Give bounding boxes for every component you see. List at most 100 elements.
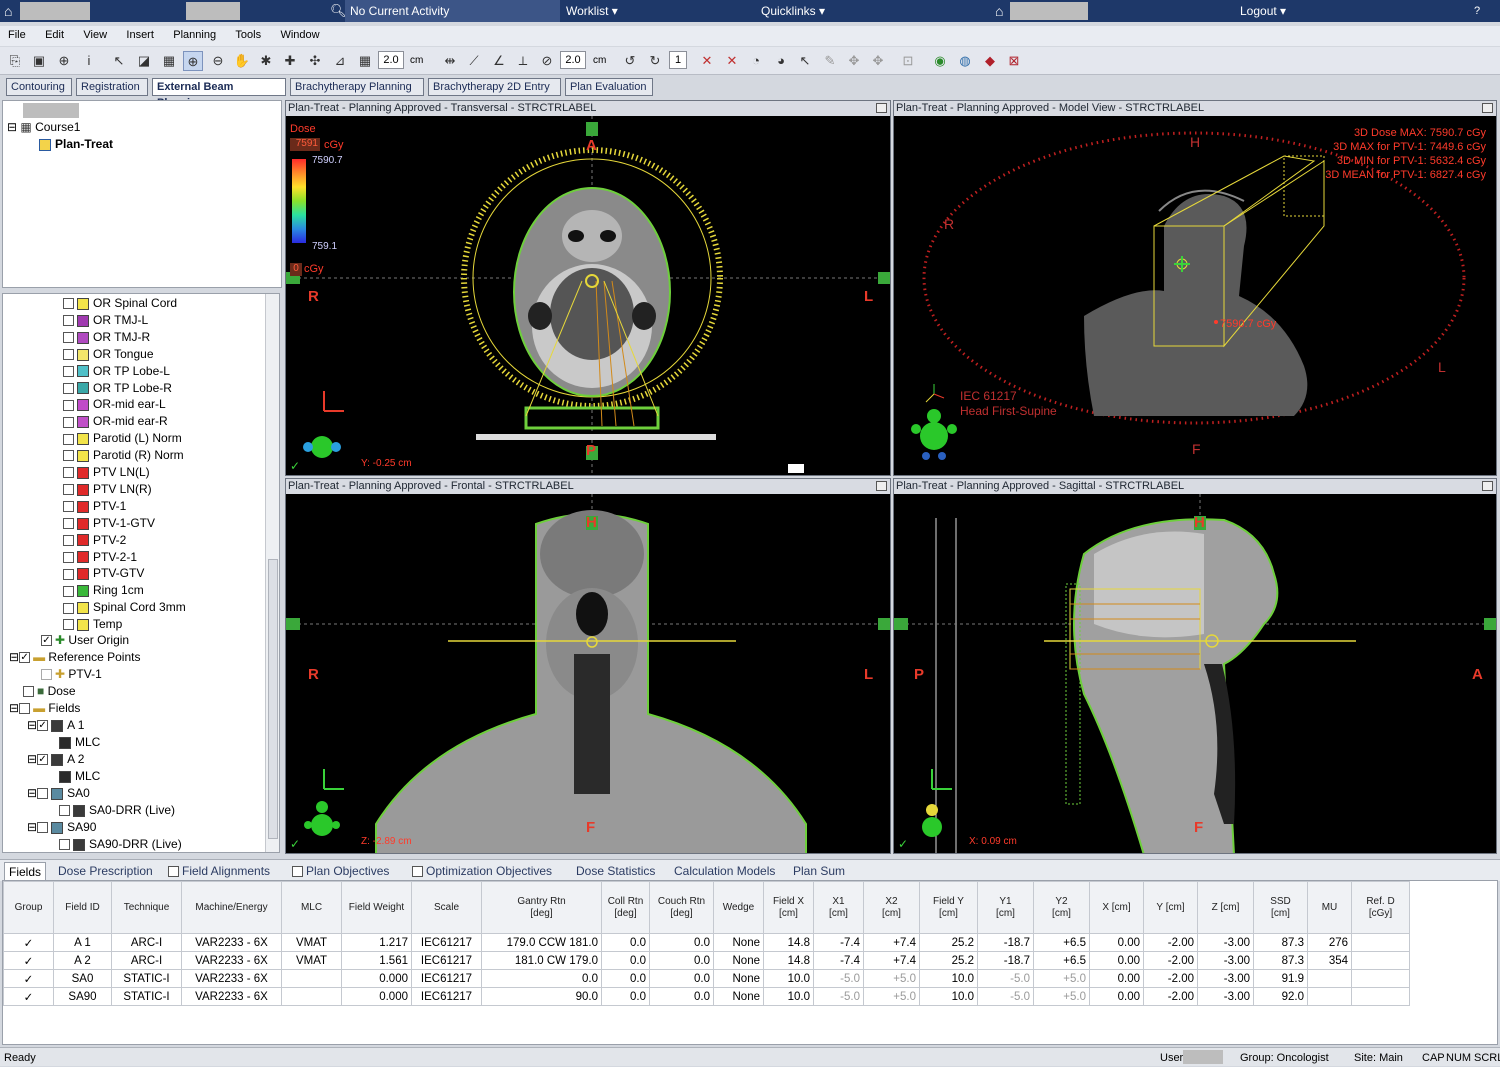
- arc2-icon[interactable]: ◕: [771, 51, 791, 71]
- structure-item[interactable]: OR TMJ-L: [63, 312, 148, 329]
- maximize-button[interactable]: [1482, 103, 1493, 113]
- move-icon[interactable]: ✥: [844, 51, 864, 71]
- structure-item[interactable]: OR Tongue: [63, 346, 154, 363]
- checkbox[interactable]: [63, 298, 74, 310]
- rotate-icon[interactable]: ✱: [256, 51, 276, 71]
- arc-icon[interactable]: ◔: [746, 51, 766, 71]
- isocenter-icon[interactable]: ✕: [722, 51, 742, 71]
- structure-item[interactable]: Ring 1cm: [63, 582, 144, 599]
- column-header[interactable]: Gantry Rtn [deg]: [481, 881, 602, 934]
- structure-item[interactable]: Parotid (R) Norm: [63, 447, 184, 464]
- checkbox[interactable]: [37, 788, 49, 800]
- column-header[interactable]: Machine/Energy: [181, 881, 282, 934]
- tree-field-a1[interactable]: ⊟✓ A 1: [27, 717, 84, 734]
- probe-icon[interactable]: ⊘: [537, 51, 557, 71]
- grid-icon[interactable]: ▦: [355, 51, 375, 71]
- structure-item[interactable]: PTV-2-1: [63, 549, 137, 566]
- checkbox[interactable]: [63, 382, 74, 394]
- cube-icon[interactable]: ◆: [980, 51, 1000, 71]
- tree-plan[interactable]: Plan-Treat: [39, 136, 113, 153]
- logout-menu[interactable]: Logout ▾: [1240, 0, 1286, 22]
- angle-icon[interactable]: ∠: [489, 51, 509, 71]
- tab-registration[interactable]: Registration: [76, 78, 148, 96]
- blend-icon[interactable]: ▦: [159, 51, 179, 71]
- column-header[interactable]: X2 [cm]: [863, 881, 920, 934]
- checkbox[interactable]: [63, 534, 74, 546]
- structure-item[interactable]: PTV LN(L): [63, 464, 150, 481]
- checkbox[interactable]: [63, 332, 74, 344]
- menu-window[interactable]: Window: [272, 26, 327, 44]
- scroll-thumb[interactable]: [268, 559, 278, 839]
- measure-icon[interactable]: ⇹: [440, 51, 460, 71]
- worklist-menu[interactable]: Worklist ▾: [566, 0, 618, 22]
- quicklinks-menu[interactable]: Quicklinks ▾: [761, 0, 825, 22]
- open-icon[interactable]: ⎘: [5, 51, 25, 71]
- table-cell[interactable]: ✓: [3, 987, 54, 1006]
- checkbox[interactable]: [63, 349, 74, 361]
- column-header[interactable]: X [cm]: [1089, 881, 1144, 934]
- tree-fields[interactable]: ⊟ ▬ Fields: [9, 700, 80, 717]
- column-header[interactable]: Z [cm]: [1197, 881, 1254, 934]
- tree-sa90-drr[interactable]: SA90-DRR (Live): [59, 836, 182, 852]
- checkbox[interactable]: [59, 805, 70, 817]
- checkbox[interactable]: [41, 669, 52, 681]
- pointer-icon[interactable]: ↖: [109, 51, 129, 71]
- tree-reference-points[interactable]: ⊟✓ ▬ Reference Points: [9, 649, 140, 666]
- zoom-region-icon[interactable]: ⊡: [898, 51, 918, 71]
- tab-plan-sum[interactable]: Plan Sum: [789, 862, 849, 881]
- checkbox[interactable]: ✓: [41, 635, 52, 647]
- menu-view[interactable]: View: [75, 26, 115, 44]
- table-cell[interactable]: ✓: [3, 951, 54, 970]
- column-header[interactable]: SSD [cm]: [1253, 881, 1308, 934]
- checkbox[interactable]: [63, 602, 74, 614]
- checkbox[interactable]: [63, 365, 74, 377]
- tree-course[interactable]: ⊟ ▦ Course1: [7, 119, 80, 136]
- checkbox[interactable]: ✓: [37, 754, 49, 766]
- redo-icon[interactable]: ↻: [645, 51, 665, 71]
- tree-user-origin[interactable]: ✓ ✚ User Origin: [41, 632, 129, 649]
- dose-ref-value[interactable]: 7591: [290, 138, 320, 151]
- structure-item[interactable]: PTV-1: [63, 498, 126, 515]
- menu-tools[interactable]: Tools: [227, 26, 269, 44]
- tab-plan-objectives[interactable]: Plan Objectives: [288, 862, 393, 881]
- table-row[interactable]: ✓ A 2 ARC-I VAR2233 - 6X VMAT 1.561 IEC61217 18…: [3, 951, 1410, 970]
- table-row[interactable]: ✓ SA0 STATIC-I VAR2233 - 6X 0.000 IEC61217 0.0…: [3, 969, 1410, 988]
- menu-insert[interactable]: Insert: [118, 26, 162, 44]
- checkbox[interactable]: [63, 568, 74, 580]
- checkbox[interactable]: [63, 484, 74, 496]
- column-header[interactable]: Coll Rtn [deg]: [601, 881, 650, 934]
- tab-brachytherapy-2d-entry[interactable]: Brachytherapy 2D Entry: [428, 78, 561, 96]
- column-header[interactable]: MLC: [281, 881, 342, 934]
- transversal-viewer[interactable]: Plan-Treat - Planning Approved - Transve…: [285, 100, 891, 476]
- frontal-viewer[interactable]: Plan-Treat - Planning Approved - Frontal…: [285, 478, 891, 854]
- column-header[interactable]: Technique: [111, 881, 182, 934]
- structure-item[interactable]: PTV-1-GTV: [63, 515, 155, 532]
- column-header[interactable]: MU: [1307, 881, 1352, 934]
- checkbox[interactable]: [59, 839, 70, 851]
- structure-item[interactable]: OR TP Lobe-L: [63, 363, 170, 380]
- structure-item[interactable]: OR TMJ-R: [63, 329, 150, 346]
- checkbox[interactable]: [63, 433, 74, 445]
- menu-edit[interactable]: Edit: [37, 26, 72, 44]
- menu-planning[interactable]: Planning: [165, 26, 224, 44]
- brush-size-field[interactable]: 2.0: [560, 51, 586, 69]
- ruler-icon[interactable]: ⊿: [330, 51, 350, 71]
- tree-dose[interactable]: ■ Dose: [23, 683, 76, 700]
- checkbox[interactable]: ✓: [19, 652, 31, 664]
- undo-icon[interactable]: ↺: [620, 51, 640, 71]
- checkbox[interactable]: [63, 501, 74, 513]
- grid-size-field[interactable]: 2.0: [378, 51, 404, 69]
- checkbox[interactable]: [63, 399, 74, 411]
- info-icon[interactable]: i: [79, 51, 99, 71]
- structure-item[interactable]: Parotid (L) Norm: [63, 430, 182, 447]
- maximize-button[interactable]: [876, 103, 887, 113]
- target-icon[interactable]: ⊕: [54, 51, 74, 71]
- table-row[interactable]: ✓ SA90 STATIC-I VAR2233 - 6X 0.000 IEC61217 90…: [3, 987, 1410, 1006]
- tab-external-beam-planning[interactable]: External Beam Planning: [152, 78, 286, 109]
- structure-item[interactable]: Spinal Cord 3mm: [63, 599, 186, 616]
- tree-field-sa0[interactable]: ⊟ SA0: [27, 785, 90, 802]
- tab-fields[interactable]: Fields: [4, 862, 47, 881]
- checkbox[interactable]: [63, 450, 74, 462]
- checkbox[interactable]: [23, 686, 34, 698]
- tab-calculation-models[interactable]: Calculation Models: [670, 862, 779, 881]
